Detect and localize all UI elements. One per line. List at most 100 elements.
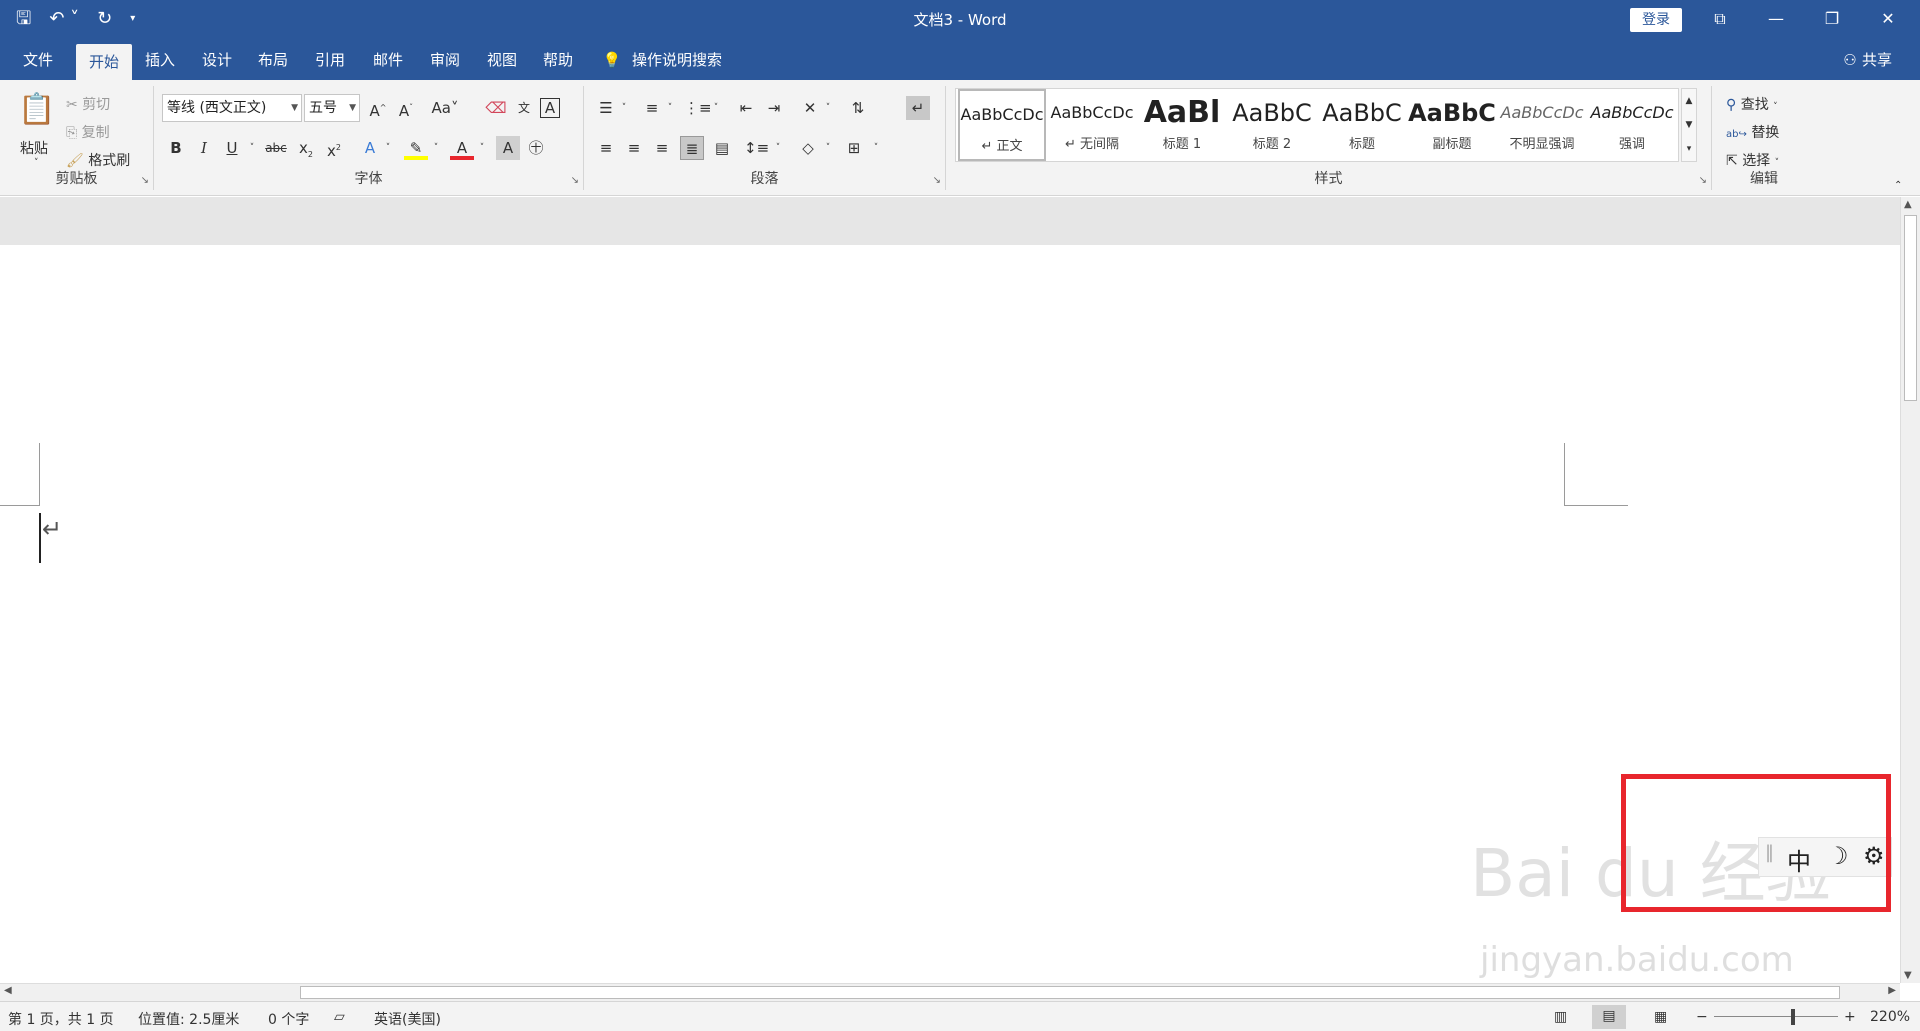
chevron-down-icon[interactable]: ˅ xyxy=(612,96,636,120)
dialog-launcher-icon[interactable]: ↘ xyxy=(571,175,579,186)
zoom-in-icon[interactable]: + xyxy=(1844,1009,1856,1025)
restore-button[interactable]: ❐ xyxy=(1804,0,1860,38)
close-button[interactable]: ✕ xyxy=(1860,0,1916,38)
zoom-slider-thumb[interactable] xyxy=(1791,1009,1795,1025)
distributed-icon[interactable]: ▤ xyxy=(710,136,734,160)
align-center-icon[interactable]: ≡ xyxy=(622,136,646,160)
cut-button[interactable]: ✂ 剪切 xyxy=(66,94,110,114)
clear-formatting-icon[interactable]: ⌫ xyxy=(484,96,508,120)
line-spacing-icon[interactable]: ↕≡ xyxy=(744,136,769,160)
enclose-characters-icon[interactable]: ㊉ xyxy=(524,136,548,160)
format-painter-button[interactable]: 🖌 格式刷 xyxy=(66,150,130,170)
chevron-down-icon[interactable]: ˅ xyxy=(34,158,39,168)
font-name-select[interactable]: 等线 (西文正文) ▼ xyxy=(162,94,302,122)
subscript-icon[interactable]: x2 xyxy=(294,136,318,160)
login-button[interactable]: 登录 xyxy=(1630,8,1682,32)
print-layout-icon[interactable]: ▤ xyxy=(1592,1005,1626,1029)
zoom-level[interactable]: 220% xyxy=(1870,1009,1910,1025)
proofing-icon[interactable]: ▱ xyxy=(334,1009,345,1025)
tab-file[interactable]: 文件 xyxy=(10,38,66,80)
change-case-icon[interactable]: Aa˅ xyxy=(428,96,462,120)
cursor-position[interactable]: 位置值: 2.5厘米 xyxy=(138,1009,239,1029)
minimize-button[interactable]: — xyxy=(1748,0,1804,38)
collapse-ribbon-icon[interactable]: ⌃ xyxy=(1894,180,1902,191)
font-size-select[interactable]: 五号 ▼ xyxy=(304,94,360,122)
tab-home[interactable]: 开始 xyxy=(76,44,132,80)
dialog-launcher-icon[interactable]: ↘ xyxy=(1699,175,1707,186)
vertical-scroll-thumb[interactable] xyxy=(1904,215,1917,401)
zoom-out-icon[interactable]: − xyxy=(1696,1009,1708,1025)
character-border-icon[interactable]: A xyxy=(540,98,560,118)
chevron-down-icon[interactable]: ˅ xyxy=(816,96,840,120)
style-title[interactable]: AaBbC 标题 xyxy=(1318,89,1406,161)
vertical-scrollbar[interactable]: ▲ ▼ xyxy=(1900,197,1920,983)
word-count[interactable]: 0 个字 xyxy=(268,1009,309,1029)
align-left-icon[interactable]: ≡ xyxy=(594,136,618,160)
justify-icon[interactable]: ≣ xyxy=(680,136,704,160)
chevron-down-icon[interactable]: ˅ xyxy=(766,136,790,160)
share-button[interactable]: 共享 xyxy=(1862,38,1898,80)
language-indicator[interactable]: 英语(美国) xyxy=(374,1009,441,1029)
copy-button[interactable]: ⎘ 复制 xyxy=(66,122,110,142)
decrease-indent-icon[interactable]: ⇤ xyxy=(734,96,758,120)
chevron-down-icon[interactable]: ˅ xyxy=(240,136,264,160)
bold-icon[interactable]: B xyxy=(164,136,188,160)
chevron-down-icon[interactable]: ˅ xyxy=(376,136,400,160)
scroll-down-icon[interactable]: ▼ xyxy=(1904,970,1912,981)
paste-icon[interactable]: 📋 xyxy=(18,92,55,127)
chevron-down-icon[interactable]: ˅ xyxy=(424,136,448,160)
horizontal-scroll-thumb[interactable] xyxy=(300,986,1840,999)
style-subtle-emphasis[interactable]: AaBbCcDc 不明显强调 xyxy=(1498,89,1586,161)
sort-icon[interactable]: ⇅ xyxy=(846,96,870,120)
style-heading-1[interactable]: AaBl 标题 1 xyxy=(1138,89,1226,161)
style-no-spacing[interactable]: AaBbCcDc ↵ 无间隔 xyxy=(1048,89,1136,161)
grow-font-icon[interactable]: A^ xyxy=(366,96,390,120)
tab-design[interactable]: 设计 xyxy=(189,38,245,80)
select-button[interactable]: ⇱ 选择 ˅ xyxy=(1726,150,1779,170)
style-normal[interactable]: AaBbCcDc ↵ 正文 xyxy=(958,89,1046,161)
scroll-up-icon[interactable]: ▲ xyxy=(1904,199,1912,210)
align-right-icon[interactable]: ≡ xyxy=(650,136,674,160)
tab-references[interactable]: 引用 xyxy=(302,38,358,80)
phonetic-guide-icon[interactable]: 文 xyxy=(512,96,536,120)
tab-layout[interactable]: 布局 xyxy=(245,38,301,80)
chevron-down-icon[interactable]: ˅ xyxy=(864,136,888,160)
scroll-left-icon[interactable]: ◀ xyxy=(4,985,12,996)
chevron-down-icon[interactable]: ˅ xyxy=(816,136,840,160)
find-button[interactable]: ⚲ 查找 ˅ xyxy=(1726,94,1778,114)
italic-icon[interactable]: I xyxy=(192,136,216,160)
superscript-icon[interactable]: x2 xyxy=(322,136,346,160)
search-icon: ⚲ xyxy=(1726,97,1737,113)
tab-review[interactable]: 审阅 xyxy=(417,38,473,80)
chevron-down-icon[interactable]: ˅ xyxy=(470,136,494,160)
borders-icon[interactable]: ⊞ xyxy=(842,136,866,160)
strikethrough-icon[interactable]: abc xyxy=(264,136,288,160)
horizontal-scrollbar[interactable]: ◀ ▶ xyxy=(0,983,1900,1001)
dialog-launcher-icon[interactable]: ↘ xyxy=(141,175,149,186)
character-shading-icon[interactable]: A xyxy=(496,136,520,160)
ribbon-display-options-icon[interactable]: ⧉ xyxy=(1692,0,1748,38)
increase-indent-icon[interactable]: ⇥ xyxy=(762,96,786,120)
replace-button[interactable]: ab↪ 替换 xyxy=(1726,122,1779,142)
tab-view[interactable]: 视图 xyxy=(474,38,530,80)
tab-mailings[interactable]: 邮件 xyxy=(360,38,416,80)
web-layout-icon[interactable]: ▦ xyxy=(1654,1009,1667,1025)
read-mode-icon[interactable]: ▥ xyxy=(1554,1009,1567,1025)
replace-label: 替换 xyxy=(1751,125,1780,141)
chevron-down-icon[interactable]: ˅ xyxy=(704,96,728,120)
style-emphasis[interactable]: AaBbCcDc 强调 xyxy=(1588,89,1676,161)
styles-more-icon[interactable]: ▲ ▼ ▾ xyxy=(1681,88,1697,162)
show-marks-icon[interactable]: ↵ xyxy=(906,96,930,120)
shrink-font-icon[interactable]: Aˇ xyxy=(394,96,418,120)
tell-me-search[interactable]: 操作说明搜索 xyxy=(632,38,742,80)
page-count[interactable]: 第 1 页，共 1 页 xyxy=(8,1009,114,1029)
style-subtitle[interactable]: AaBbC 副标题 xyxy=(1408,89,1496,161)
chevron-down-icon[interactable]: ˅ xyxy=(658,96,682,120)
dialog-launcher-icon[interactable]: ↘ xyxy=(933,175,941,186)
scroll-right-icon[interactable]: ▶ xyxy=(1888,985,1896,996)
zoom-slider[interactable] xyxy=(1714,1016,1838,1017)
paste-button[interactable]: 粘贴 xyxy=(20,138,48,158)
tab-help[interactable]: 帮助 xyxy=(530,38,586,80)
style-heading-2[interactable]: AaBbC 标题 2 xyxy=(1228,89,1316,161)
tab-insert[interactable]: 插入 xyxy=(132,38,188,80)
